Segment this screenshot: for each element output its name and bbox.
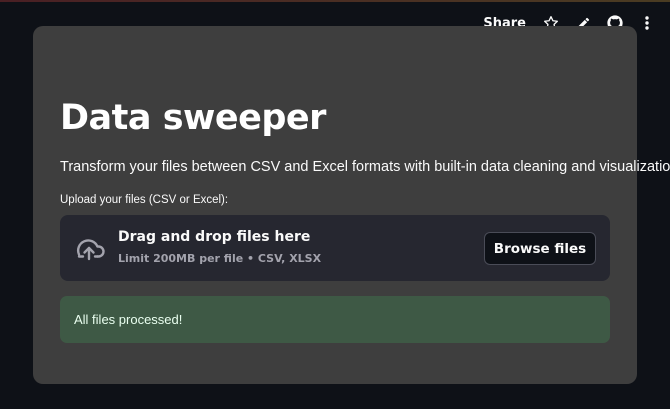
top-accent-bar <box>0 0 670 2</box>
page-title: Data sweeper <box>60 98 326 138</box>
success-message: All files processed! <box>74 312 183 327</box>
upload-label: Upload your files (CSV or Excel): <box>60 194 229 206</box>
cloud-upload-icon <box>73 235 105 263</box>
browse-files-button[interactable]: Browse files <box>484 232 596 265</box>
success-alert: All files processed! <box>60 296 610 343</box>
page-subtitle: Transform your files between CSV and Exc… <box>60 159 670 175</box>
dropzone-title: Drag and drop files here <box>118 229 311 245</box>
main-card: Data sweeper Transform your files betwee… <box>33 26 670 384</box>
dropzone-limit-text: Limit 200MB per file • CSV, XLSX <box>118 252 322 265</box>
more-vertical-icon[interactable] <box>638 14 656 32</box>
file-dropzone[interactable]: Drag and drop files here Limit 200MB per… <box>60 215 610 281</box>
